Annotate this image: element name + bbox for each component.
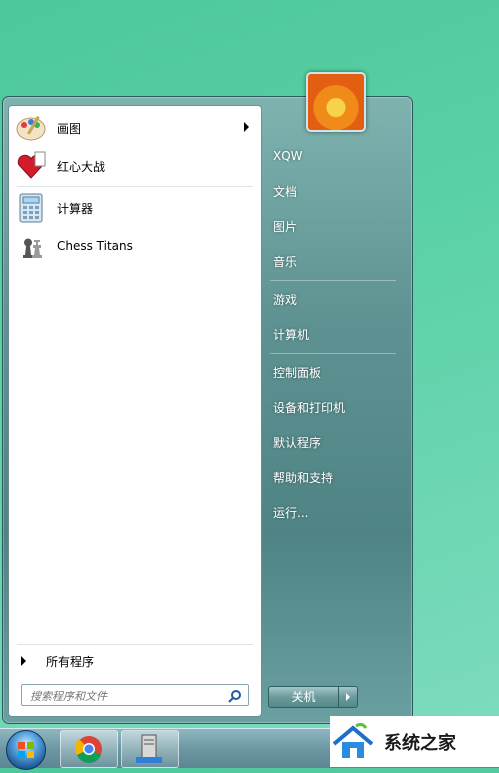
program-label: Chess Titans xyxy=(57,239,133,253)
search-input[interactable] xyxy=(28,686,222,707)
right-item-label: 默认程序 xyxy=(273,435,322,450)
right-item-label: 音乐 xyxy=(273,254,298,269)
right-item-label: 设备和打印机 xyxy=(273,400,346,415)
user-avatar[interactable] xyxy=(306,72,366,132)
separator xyxy=(17,644,253,645)
program-paint[interactable]: 画图 xyxy=(15,110,255,146)
separator xyxy=(17,186,253,187)
right-item-control-panel[interactable]: 控制面板 xyxy=(268,357,405,387)
all-programs-button[interactable]: 所有程序 xyxy=(15,650,255,672)
chevron-right-icon xyxy=(346,693,350,701)
triangle-right-icon xyxy=(21,656,26,666)
all-programs-label: 所有程序 xyxy=(46,654,95,669)
program-chess-titans[interactable]: Chess Titans xyxy=(15,228,255,264)
program-label: 计算器 xyxy=(57,201,94,216)
separator xyxy=(270,280,396,281)
right-item-pictures[interactable]: 图片 xyxy=(268,211,405,241)
search-box[interactable] xyxy=(21,684,249,707)
submenu-arrow-icon xyxy=(244,122,249,132)
start-orb[interactable] xyxy=(6,730,46,770)
programs-panel: 画图 红心大战 计算器 Chess Titans 所有程序 搜索程序和文件 xyxy=(8,105,262,717)
paint-icon xyxy=(15,112,47,144)
right-item-games[interactable]: 游戏 xyxy=(268,284,405,314)
right-item-label: 控制面板 xyxy=(273,365,322,380)
right-item-help-support[interactable]: 帮助和支持 xyxy=(268,462,405,492)
right-item-computer[interactable]: 计算机 xyxy=(268,319,405,349)
separator xyxy=(270,353,396,354)
server-icon xyxy=(136,734,162,763)
program-label: 红心大战 xyxy=(57,159,106,174)
program-label: 画图 xyxy=(57,121,82,136)
shutdown-button-group: 关机 xyxy=(268,686,358,708)
watermark: 系统之家 xyxy=(330,716,499,767)
chess-icon xyxy=(15,230,47,262)
right-item-label: 游戏 xyxy=(273,292,298,307)
calculator-icon xyxy=(15,192,47,224)
right-item-default-programs[interactable]: 默认程序 xyxy=(268,427,405,457)
house-logo-icon xyxy=(332,722,374,758)
right-item-music[interactable]: 音乐 xyxy=(268,246,405,276)
right-item-label: 计算机 xyxy=(273,327,310,342)
shutdown-button[interactable]: 关机 xyxy=(269,687,339,707)
right-item-run[interactable]: 运行... xyxy=(268,497,405,527)
program-calculator[interactable]: 计算器 xyxy=(15,190,255,226)
right-item-user[interactable]: XQW xyxy=(268,141,405,171)
taskbar-chrome-button[interactable] xyxy=(60,730,118,768)
right-item-devices-printers[interactable]: 设备和打印机 xyxy=(268,392,405,422)
right-item-documents[interactable]: 文档 xyxy=(268,176,405,206)
taskbar-server-button[interactable] xyxy=(121,730,179,768)
hearts-icon xyxy=(15,150,47,182)
chrome-icon xyxy=(75,736,102,763)
search-icon[interactable] xyxy=(228,688,242,707)
right-item-label: XQW xyxy=(273,149,303,163)
program-hearts[interactable]: 红心大战 xyxy=(15,148,255,184)
right-item-label: 帮助和支持 xyxy=(273,470,334,485)
windows-logo-icon xyxy=(18,742,34,758)
watermark-text: 系统之家 xyxy=(384,732,456,754)
right-item-label: 运行... xyxy=(273,505,309,520)
right-item-label: 图片 xyxy=(273,219,298,234)
right-item-label: 文档 xyxy=(273,184,298,199)
shutdown-options-button[interactable] xyxy=(339,687,357,707)
